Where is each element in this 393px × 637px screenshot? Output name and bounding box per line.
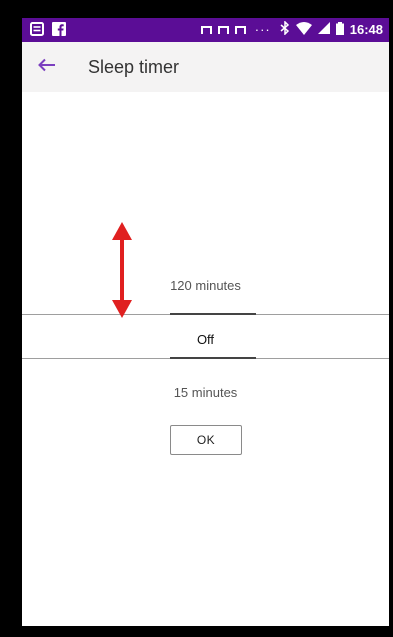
notification-square-icon [217, 25, 229, 34]
picker-divider-top-highlight [170, 313, 256, 315]
status-time: 16:48 [349, 22, 383, 37]
ok-button[interactable]: OK [170, 425, 242, 455]
app-bar: Sleep timer [22, 42, 389, 92]
status-bar-right: ··· 16:48 [200, 20, 383, 38]
facebook-icon [52, 22, 66, 36]
page-title: Sleep timer [88, 57, 180, 77]
device-frame: ··· 16:48 Sleep timer 120 minutes Off 15… [0, 0, 393, 637]
double-arrow-icon [112, 222, 132, 318]
battery-icon [335, 21, 344, 38]
notification-square-icon [234, 25, 246, 34]
status-bar: ··· 16:48 [22, 18, 389, 42]
notification-square-icon [200, 25, 212, 34]
picker-selected-value[interactable]: Off [22, 332, 389, 347]
picker-divider-bottom-highlight [170, 357, 256, 359]
more-notifications-dots: ··· [254, 22, 271, 37]
bluetooth-icon [280, 20, 290, 38]
signal-icon [317, 22, 330, 37]
back-button[interactable] [34, 54, 60, 80]
wifi-icon [295, 21, 312, 38]
screen: ··· 16:48 Sleep timer 120 minutes Off 15… [22, 18, 389, 626]
picker-option-below[interactable]: 15 minutes [22, 385, 389, 400]
arrow-back-icon [38, 58, 56, 77]
sleep-timer-content: 120 minutes Off 15 minutes OK [22, 92, 389, 626]
picker-option-above[interactable]: 120 minutes [22, 278, 389, 293]
notes-icon [30, 22, 44, 36]
status-bar-left [30, 22, 66, 36]
